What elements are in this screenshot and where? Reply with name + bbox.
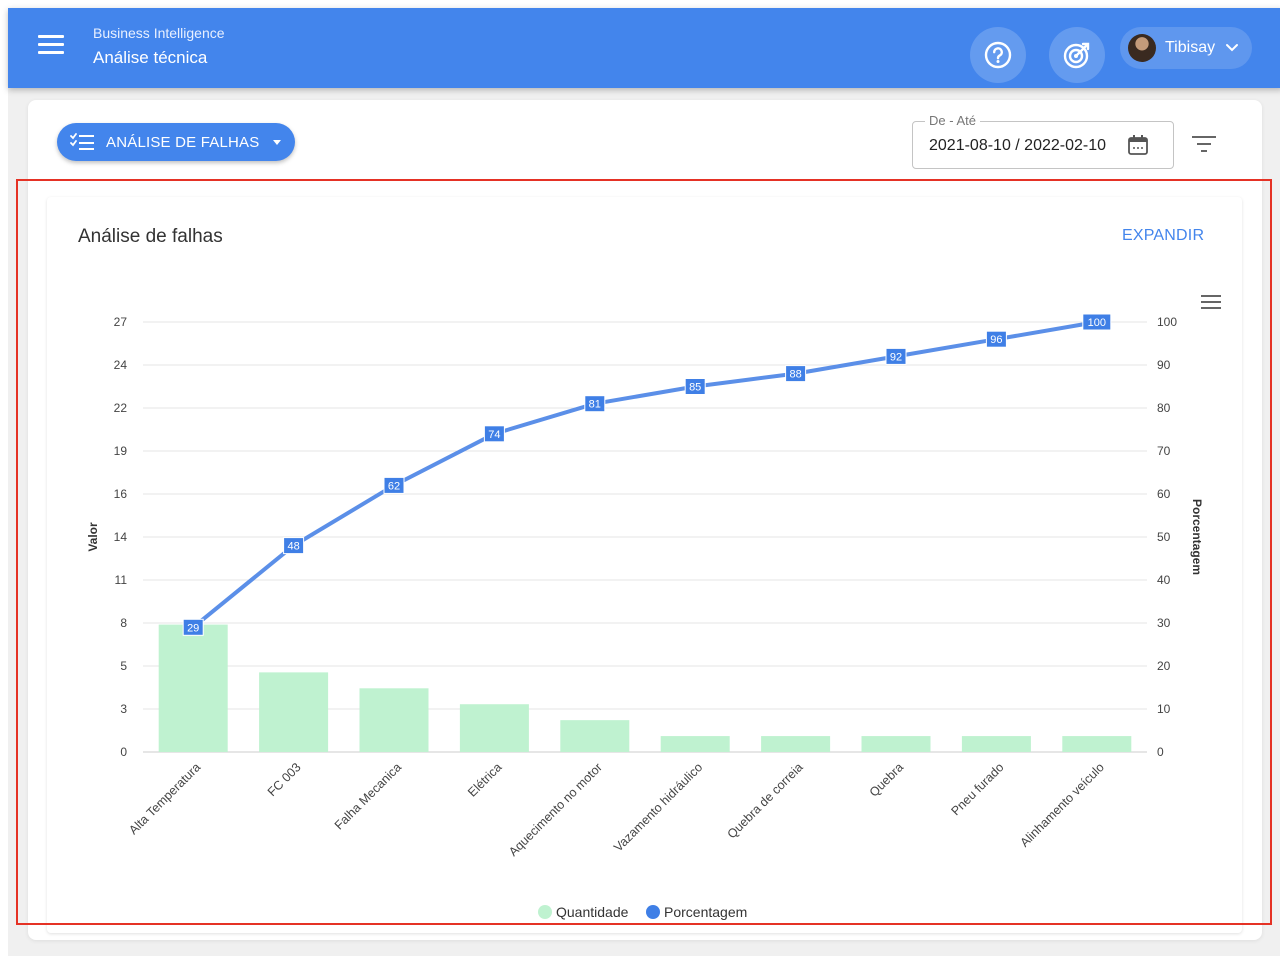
x-tick-label: Alta Temperatura: [126, 760, 203, 837]
y-tick-label-right: 0: [1157, 745, 1164, 759]
y-tick-label-right: 30: [1157, 616, 1171, 630]
data-label: 29: [187, 622, 199, 634]
data-label: 96: [990, 334, 1002, 346]
y-tick-label-right: 10: [1157, 702, 1171, 716]
bar: [259, 672, 329, 752]
bar: [1062, 736, 1132, 752]
y-axis-title-right: Porcentagem: [1190, 499, 1204, 575]
y-tick-label-left: 14: [114, 530, 128, 544]
y-tick-label-right: 40: [1157, 573, 1171, 587]
x-tick-label: Pneu furado: [948, 760, 1006, 818]
legend-label: Quantidade: [556, 904, 629, 920]
bar: [560, 720, 630, 752]
bar: [961, 736, 1031, 752]
x-tick-label: Falha Mecanica: [332, 760, 404, 832]
y-tick-label-left: 22: [114, 401, 128, 415]
y-tick-label-left: 24: [114, 358, 128, 372]
y-tick-label-left: 8: [120, 616, 127, 630]
data-label: 85: [689, 382, 701, 394]
y-tick-label-right: 80: [1157, 401, 1171, 415]
data-label: 88: [789, 369, 801, 381]
bar: [761, 736, 831, 752]
legend-label: Porcentagem: [664, 904, 747, 920]
y-tick-label-left: 0: [120, 745, 127, 759]
y-tick-label-left: 27: [114, 315, 128, 329]
bar: [861, 736, 931, 752]
x-tick-label: Elétrica: [465, 760, 504, 799]
y-tick-label-right: 90: [1157, 358, 1171, 372]
bar: [660, 736, 730, 752]
y-tick-label-right: 70: [1157, 444, 1171, 458]
x-tick-label: Alinhamento veículo: [1017, 760, 1107, 850]
data-label: 92: [890, 351, 902, 363]
data-label: 62: [388, 480, 400, 492]
x-tick-label: Quebra de correia: [725, 760, 806, 841]
y-axis-title-left: Valor: [86, 522, 100, 552]
bar: [359, 688, 429, 752]
legend-marker: [538, 905, 552, 919]
y-tick-label-right: 50: [1157, 530, 1171, 544]
pareto-chart: 0 0 3 10 5 20 8 30 11 40 14 50 16 60 19 70 22 80 24 90 27 100…: [86, 313, 1204, 920]
data-label: 48: [287, 541, 299, 553]
y-tick-label-left: 3: [120, 702, 127, 716]
legend-marker: [646, 905, 660, 919]
y-tick-label-left: 16: [114, 487, 128, 501]
data-label: 74: [488, 429, 500, 441]
x-tick-label: Aquecimento no motor: [506, 760, 605, 859]
data-label: 100: [1088, 317, 1106, 329]
y-tick-label-right: 20: [1157, 659, 1171, 673]
y-tick-label-right: 60: [1157, 487, 1171, 501]
y-tick-label-right: 100: [1157, 315, 1177, 329]
y-tick-label-left: 5: [120, 659, 127, 673]
bar: [459, 704, 529, 752]
data-label: 81: [589, 399, 601, 411]
y-tick-label-left: 19: [114, 444, 128, 458]
bar: [158, 624, 228, 752]
x-tick-label: Quebra: [867, 760, 906, 799]
y-tick-label-left: 11: [115, 573, 128, 587]
x-tick-label: Vazamento hidráulico: [611, 760, 705, 854]
series-line: [191, 320, 1099, 630]
x-tick-label: FC 003: [265, 760, 304, 799]
